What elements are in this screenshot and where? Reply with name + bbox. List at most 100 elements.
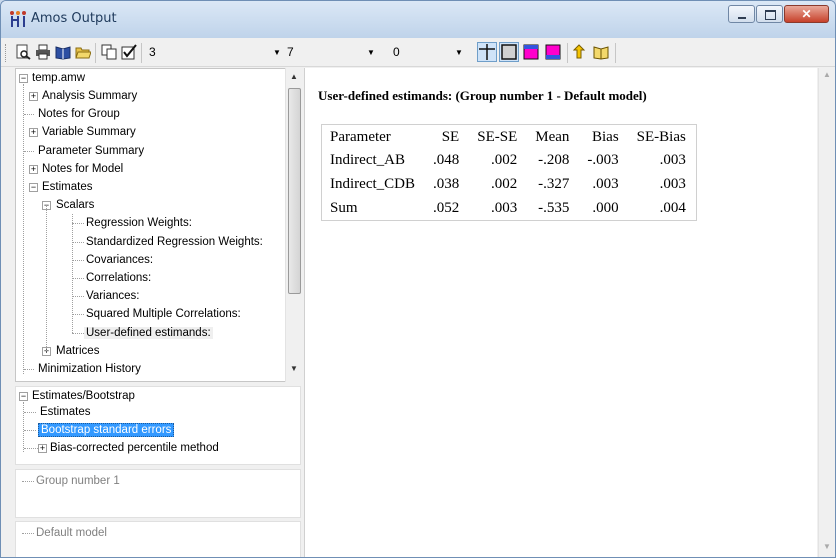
group-item[interactable]: Group number 1: [34, 472, 122, 490]
value-cell: -.208: [538, 152, 570, 168]
scroll-up-icon[interactable]: ▲: [823, 70, 831, 79]
expand-icon[interactable]: +: [29, 92, 38, 101]
table-frame-icon: [501, 44, 517, 60]
navigation-tree[interactable]: − temp.amw + Analysis Summary Notes for Gr…: [15, 68, 301, 382]
tree-root[interactable]: temp.amw: [30, 69, 87, 87]
close-button[interactable]: ✕: [784, 5, 829, 23]
collapse-icon[interactable]: −: [19, 74, 28, 83]
tree-item-parameter-summary[interactable]: Parameter Summary: [36, 142, 146, 160]
book-icon[interactable]: [55, 44, 71, 60]
bootstrap-item-estimates[interactable]: Estimates: [38, 403, 93, 421]
scroll-up-icon[interactable]: ▲: [290, 72, 298, 81]
value-cell: .052: [432, 199, 460, 216]
chevron-down-icon[interactable]: ▼: [273, 48, 281, 57]
tree-item-user-defined-estimands[interactable]: User-defined estimands:: [84, 324, 213, 342]
collapse-icon[interactable]: −: [29, 183, 38, 192]
content-scrollbar[interactable]: ▲ ▼: [818, 68, 835, 557]
value-cell: .048: [432, 152, 460, 168]
tree-scrollbar[interactable]: ▲ ▼: [285, 68, 302, 382]
expand-icon[interactable]: +: [38, 444, 47, 453]
tree-item-standardized-regression-weights[interactable]: Standardized Regression Weights:: [84, 233, 265, 251]
value-cell: -.003: [587, 152, 619, 168]
chevron-down-icon[interactable]: ▼: [455, 48, 463, 57]
tree-item-estimates[interactable]: Estimates: [40, 178, 95, 196]
tree-item-minimization-history[interactable]: Minimization History: [36, 360, 143, 378]
tree-item-notes-for-group[interactable]: Notes for Group: [36, 105, 122, 123]
table-row: Indirect_AB .048 .002 -.208 -.003 .003: [322, 149, 697, 173]
help-book-icon[interactable]: [593, 44, 609, 60]
column-header: Parameter: [330, 128, 391, 145]
open-folder-icon[interactable]: [75, 44, 91, 60]
tree-item-squared-multiple-correlations[interactable]: Squared Multiple Correlations:: [84, 305, 243, 323]
parameter-cell: Indirect_AB: [330, 152, 405, 168]
section-title: User-defined estimands: (Group number 1 …: [318, 88, 647, 103]
window-controls: ✕: [727, 5, 829, 23]
copy-icon[interactable]: [101, 44, 117, 60]
print-preview-icon[interactable]: [15, 44, 31, 60]
table-value: 0: [393, 45, 400, 59]
table-frame-button[interactable]: [499, 42, 519, 62]
scrollbar-thumb[interactable]: [288, 88, 301, 294]
tree-line: [23, 84, 24, 374]
window-title: Amos Output: [31, 11, 117, 26]
heading-color-button[interactable]: [521, 42, 541, 62]
table-rules-button[interactable]: [477, 42, 497, 62]
decimals-combo[interactable]: 3 ▼: [149, 45, 289, 61]
print-icon[interactable]: [35, 44, 51, 60]
estimates-table: Parameter SE SE-SE Mean Bias SE-Bias Indirect_…: [321, 124, 697, 221]
table-row: Indirect_CDB .038 .002 -.327 .003 .003: [322, 173, 697, 197]
toolbar-separator: [95, 43, 96, 63]
bootstrap-tree[interactable]: − Estimates/Bootstrap Estimates Bootstra…: [15, 386, 301, 465]
bootstrap-item-standard-errors[interactable]: Bootstrap standard errors: [38, 421, 175, 439]
tree-item-scalars[interactable]: Scalars: [54, 196, 96, 214]
value-cell: .004: [659, 199, 686, 216]
tree-line: [24, 448, 38, 449]
column-header: Bias: [591, 128, 619, 145]
tree-line: [23, 402, 24, 452]
table-header-row: Parameter SE SE-SE Mean Bias SE-Bias: [322, 125, 697, 149]
tree-line: [24, 150, 34, 152]
tree-item-correlations[interactable]: Correlations:: [84, 269, 153, 287]
tree-item-regression-weights[interactable]: Regression Weights:: [84, 214, 194, 232]
output-content: User-defined estimands: (Group number 1 …: [304, 68, 817, 557]
tree-item-matrices[interactable]: Matrices: [54, 342, 101, 360]
amos-output-window: Amos Output ✕ 3 ▼ 7 ▼ 0 ▼ − temp.amw + A…: [0, 0, 836, 558]
value-cell: .003: [592, 176, 619, 192]
color-fill-icon: [545, 44, 561, 60]
tree-item-analysis-summary[interactable]: Analysis Summary: [40, 87, 139, 105]
parameter-cell: Indirect_CDB: [330, 176, 415, 192]
checkmark-icon[interactable]: [121, 44, 137, 60]
column-header: SE: [441, 128, 460, 145]
tree-line: [72, 259, 84, 261]
tree-item-notes-for-model[interactable]: Notes for Model: [40, 160, 125, 178]
expand-icon[interactable]: +: [29, 164, 38, 174]
scroll-down-icon[interactable]: ▼: [823, 542, 831, 551]
value-cell: -.327: [538, 176, 570, 192]
tree-line: [72, 314, 84, 316]
up-level-icon[interactable]: [573, 44, 589, 60]
value-cell: .003: [491, 199, 518, 216]
maximize-button[interactable]: [756, 5, 783, 23]
bootstrap-item-bias-corrected[interactable]: Bias-corrected percentile method: [48, 439, 221, 457]
amos-app-icon: [10, 11, 26, 27]
toolbar: 3 ▼ 7 ▼ 0 ▼: [1, 38, 835, 67]
tree-item-variable-summary[interactable]: Variable Summary: [40, 123, 138, 141]
tree-item-covariances[interactable]: Covariances:: [84, 251, 155, 269]
tree-line: [24, 114, 34, 116]
columns-combo[interactable]: 7 ▼: [287, 45, 387, 61]
collapse-icon[interactable]: −: [19, 392, 28, 401]
model-item[interactable]: Default model: [34, 524, 109, 542]
close-icon: ✕: [801, 7, 812, 21]
tree-line: [22, 533, 34, 534]
expand-icon[interactable]: +: [29, 128, 38, 138]
toolbar-grip[interactable]: [5, 44, 8, 62]
tree-item-variances[interactable]: Variances:: [84, 287, 141, 305]
group-list[interactable]: Group number 1: [15, 469, 301, 518]
chevron-down-icon[interactable]: ▼: [367, 48, 375, 57]
model-list[interactable]: Default model: [15, 521, 301, 557]
minimize-button[interactable]: [728, 5, 755, 23]
scroll-down-icon[interactable]: ▼: [290, 364, 298, 373]
parameter-cell: Sum: [330, 199, 358, 216]
tree-line: [24, 430, 36, 431]
fill-color-button[interactable]: [543, 42, 563, 62]
